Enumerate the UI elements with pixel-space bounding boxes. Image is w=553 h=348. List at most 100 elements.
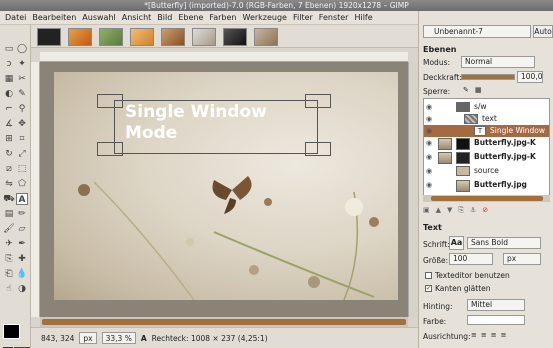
- shear-icon[interactable]: ⧄: [3, 163, 15, 175]
- lower-layer-icon[interactable]: ▼: [447, 206, 452, 216]
- eye-icon[interactable]: ◉: [426, 179, 434, 191]
- pencil-icon[interactable]: ✏: [16, 208, 28, 220]
- lock-alpha-icon[interactable]: ▦: [475, 86, 482, 94]
- image-thumbnail[interactable]: [37, 28, 61, 46]
- rect-select-icon[interactable]: ▭: [3, 43, 15, 55]
- unit-select[interactable]: px: [79, 332, 97, 344]
- ellipse-select-icon[interactable]: ◯: [16, 43, 28, 55]
- canvas-viewport[interactable]: Single Window Mode: [40, 62, 408, 317]
- text-tool-icon[interactable]: A: [16, 193, 28, 205]
- scrollbar-thumb[interactable]: [42, 319, 406, 325]
- menu-bearbeiten[interactable]: Bearbeiten: [32, 13, 76, 22]
- scissors-icon[interactable]: ✂: [16, 73, 28, 85]
- font-field[interactable]: Sans Bold: [467, 237, 541, 249]
- new-layer-icon[interactable]: ▣: [423, 206, 430, 216]
- hinting-select[interactable]: Mittel: [467, 299, 525, 311]
- foreground-select-icon[interactable]: ◐: [3, 88, 15, 100]
- menu-bild[interactable]: Bild: [157, 13, 172, 22]
- zoom-icon[interactable]: ⚲: [16, 103, 28, 115]
- justify-right-icon[interactable]: ≡: [481, 331, 487, 339]
- clone-icon[interactable]: ⎘: [3, 253, 15, 265]
- menu-ansicht[interactable]: Ansicht: [122, 13, 152, 22]
- dodge-burn-icon[interactable]: ◑: [16, 283, 28, 295]
- fuzzy-select-icon[interactable]: ✦: [16, 58, 28, 70]
- justify-fill-icon[interactable]: ≡: [501, 331, 507, 339]
- menu-auswahl[interactable]: Auswahl: [82, 13, 115, 22]
- lock-pixels-icon[interactable]: ✎: [463, 86, 469, 94]
- layer-row[interactable]: ◉ Butterfly.jpg-K: [424, 151, 549, 165]
- unit-select[interactable]: px: [503, 253, 541, 265]
- image-thumbnail[interactable]: [99, 28, 123, 46]
- color-select-icon[interactable]: ▦: [3, 73, 15, 85]
- duplicate-layer-icon[interactable]: ⎘: [458, 206, 464, 216]
- canvas-text-layer[interactable]: Single Window Mode: [125, 102, 305, 144]
- layer-row[interactable]: ◉ text: [424, 113, 549, 125]
- bucket-fill-icon[interactable]: ⛟: [3, 193, 15, 205]
- menu-filter[interactable]: Filter: [293, 13, 313, 22]
- menu-datei[interactable]: Datei: [5, 13, 26, 22]
- layers-hscrollbar[interactable]: [423, 195, 550, 202]
- raise-layer-icon[interactable]: ▲: [436, 206, 441, 216]
- menu-fenster[interactable]: Fenster: [319, 13, 349, 22]
- crop-icon[interactable]: ⌗: [16, 133, 28, 145]
- image-canvas[interactable]: Single Window Mode: [54, 72, 398, 300]
- size-field[interactable]: 100: [449, 253, 493, 265]
- measure-icon[interactable]: ∡: [3, 118, 15, 130]
- text-handle-top-left[interactable]: [97, 94, 123, 108]
- perspective-clone-icon[interactable]: ⎗: [3, 268, 15, 280]
- eye-icon[interactable]: ◉: [426, 165, 434, 177]
- image-thumbnail[interactable]: [254, 28, 278, 46]
- airbrush-icon[interactable]: ✈: [3, 238, 15, 250]
- blur-icon[interactable]: 💧: [16, 268, 28, 280]
- image-thumbnail[interactable]: [130, 28, 154, 46]
- text-handle-bottom-right[interactable]: [305, 142, 331, 156]
- horizontal-scrollbar[interactable]: [40, 317, 408, 327]
- smudge-icon[interactable]: ☝: [3, 283, 15, 295]
- move-icon[interactable]: ✥: [16, 118, 28, 130]
- image-thumbnail[interactable]: [192, 28, 216, 46]
- menu-werkzeuge[interactable]: Werkzeuge: [243, 13, 287, 22]
- eye-icon[interactable]: ◉: [426, 125, 434, 137]
- menu-hilfe[interactable]: Hilfe: [354, 13, 372, 22]
- image-thumbnail[interactable]: [161, 28, 185, 46]
- layer-row[interactable]: ◉ Butterfly.jpg: [424, 179, 549, 193]
- layer-row[interactable]: ◉ source: [424, 165, 549, 177]
- zoom-select[interactable]: 33,3 %: [101, 332, 136, 344]
- gradient-icon[interactable]: ▤: [3, 208, 15, 220]
- cage-icon[interactable]: ⬠: [16, 178, 28, 190]
- lasso-icon[interactable]: ↄ: [3, 58, 15, 70]
- font-preview-button[interactable]: Aa: [449, 236, 464, 250]
- rotate-icon[interactable]: ↻: [3, 148, 15, 160]
- align-icon[interactable]: ⊞: [3, 133, 15, 145]
- ink-icon[interactable]: ✒: [16, 238, 28, 250]
- eraser-icon[interactable]: ▱: [16, 223, 28, 235]
- eye-icon[interactable]: ◉: [426, 151, 434, 163]
- delete-layer-icon[interactable]: ⊘: [482, 206, 488, 216]
- text-color-button[interactable]: [467, 315, 525, 325]
- texteditor-checkbox[interactable]: [425, 272, 432, 279]
- perspective-icon[interactable]: ⬚: [16, 163, 28, 175]
- layer-row[interactable]: ◉ s/w: [424, 101, 549, 113]
- paintbrush-icon[interactable]: 🖌: [3, 223, 15, 235]
- scale-icon[interactable]: ⤢: [16, 148, 28, 160]
- vertical-scrollbar[interactable]: [408, 62, 418, 317]
- heal-icon[interactable]: ✚: [16, 253, 28, 265]
- image-selector[interactable]: Unbenannt-7: [423, 25, 531, 38]
- menu-ebene[interactable]: Ebene: [178, 13, 203, 22]
- text-handle-top-right[interactable]: [305, 94, 331, 108]
- justify-left-icon[interactable]: ≡: [471, 331, 477, 339]
- layer-row[interactable]: ◉ Butterfly.jpg-K: [424, 137, 549, 151]
- opacity-slider[interactable]: [461, 74, 515, 80]
- image-thumbnail[interactable]: [223, 28, 247, 46]
- mode-select[interactable]: Normal: [461, 56, 535, 68]
- eye-icon[interactable]: ◉: [426, 101, 434, 113]
- color-picker-icon[interactable]: ⌐: [3, 103, 15, 115]
- layer-row-selected[interactable]: ◉ T Single Window: [424, 125, 549, 137]
- image-thumbnail[interactable]: [68, 28, 92, 46]
- eye-icon[interactable]: ◉: [426, 137, 434, 149]
- opacity-field[interactable]: 100,0: [517, 71, 543, 83]
- anchor-layer-icon[interactable]: ⚓: [470, 206, 476, 216]
- antialias-checkbox[interactable]: ✔: [425, 285, 432, 292]
- eye-icon[interactable]: ◉: [426, 113, 434, 125]
- justify-center-icon[interactable]: ≡: [491, 331, 497, 339]
